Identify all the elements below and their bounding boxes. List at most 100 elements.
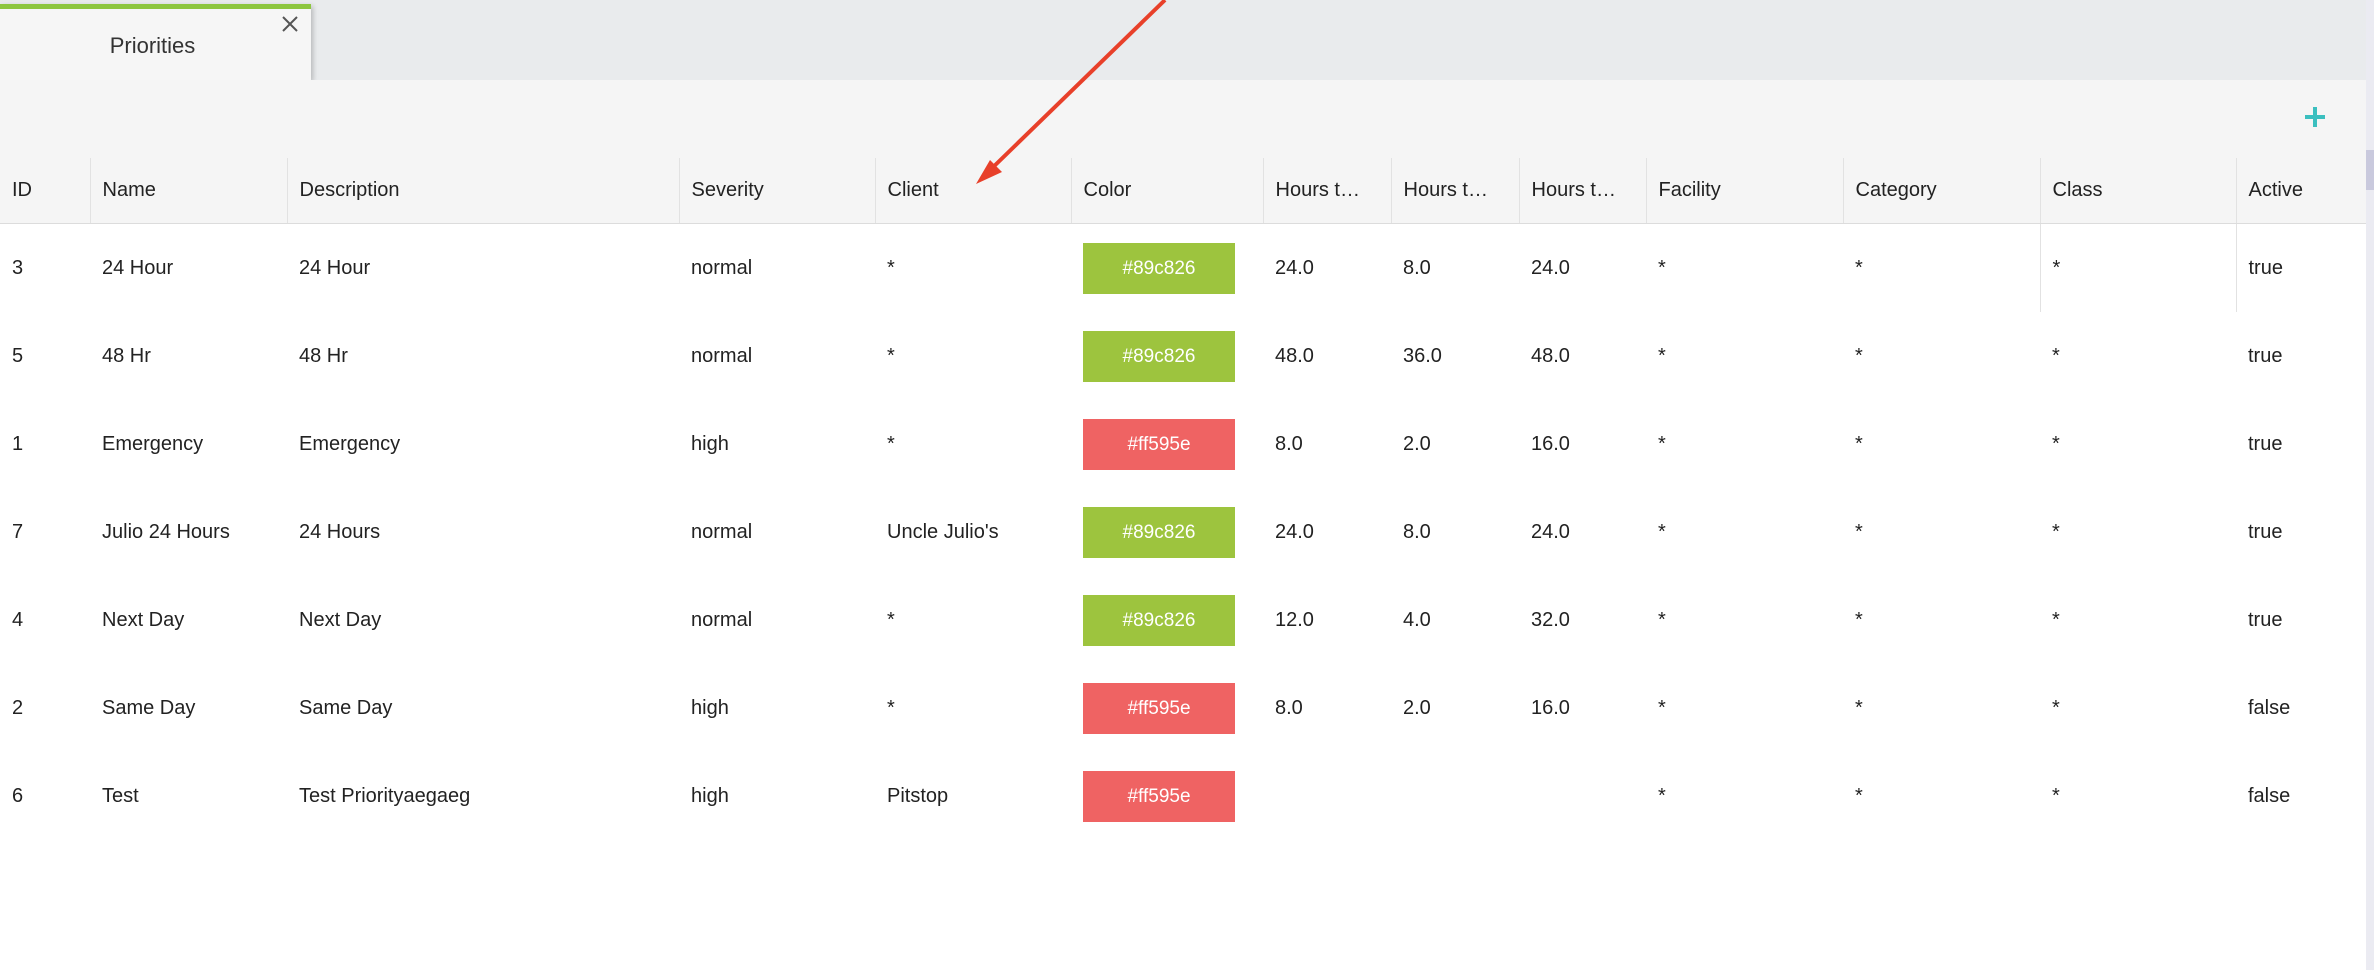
cell-client: * xyxy=(887,608,895,631)
cell-name: Same Day xyxy=(102,696,196,719)
scrollbar[interactable] xyxy=(2366,0,2374,970)
color-swatch: #89c826 xyxy=(1083,506,1235,558)
column-header-hours-3[interactable]: Hours t… xyxy=(1518,158,1646,224)
cell-name: Emergency xyxy=(102,432,204,455)
cell-name: Next Day xyxy=(102,608,185,631)
table-row[interactable]: 5 48 Hr 48 Hr normal * #89c826 48.0 36.0 48.0 * * *… xyxy=(0,312,2366,400)
cell-hours-3: 24.0 xyxy=(1531,520,1570,543)
table-row[interactable]: 3 24 Hour 24 Hour normal * #89c826 24.0 8.0 24.0… xyxy=(0,223,2366,313)
cell-description: Next Day xyxy=(299,608,382,631)
cell-hours-1: 12.0 xyxy=(1275,608,1314,631)
cell-color: #89c826 xyxy=(1071,576,1263,664)
cell-active: false xyxy=(2248,696,2291,719)
toolbar xyxy=(0,80,2366,159)
cell-hours-1 xyxy=(1263,752,1391,840)
cell-severity: normal xyxy=(691,608,753,631)
cell-hours-1: 24.0 xyxy=(1275,520,1314,543)
table-row[interactable]: 6 Test Test Priorityaegaeg high Pitstop #ff59… xyxy=(0,752,2366,840)
color-swatch: #ff595e xyxy=(1083,682,1235,734)
cell-class: * xyxy=(2052,344,2060,367)
cell-hours-1: 48.0 xyxy=(1275,344,1314,367)
cell-active: true xyxy=(2248,520,2283,543)
cell-hours-3: 48.0 xyxy=(1531,344,1570,367)
table-row[interactable]: 2 Same Day Same Day high * #ff595e 8.0 2.0 16.0 *… xyxy=(0,664,2366,752)
table-row[interactable]: 1 Emergency Emergency high * #ff595e 8.0 2.0 16.… xyxy=(0,400,2366,488)
cell-facility: * xyxy=(1658,696,1666,719)
cell-active: true xyxy=(2248,256,2283,279)
close-icon[interactable] xyxy=(279,13,301,35)
cell-color: #ff595e xyxy=(1071,752,1263,840)
cell-hours-2: 8.0 xyxy=(1403,520,1431,543)
cell-hours-2 xyxy=(1391,752,1519,840)
cell-severity: normal xyxy=(691,344,753,367)
column-header-name[interactable]: Name xyxy=(89,158,287,224)
cell-active: true xyxy=(2248,608,2283,631)
cell-id: 7 xyxy=(12,520,24,543)
cell-id: 3 xyxy=(12,256,24,279)
tab-bar: Priorities xyxy=(0,0,2366,80)
cell-name: 24 Hour xyxy=(102,256,174,279)
column-header-category[interactable]: Category xyxy=(1842,158,2040,224)
cell-severity: high xyxy=(691,784,729,807)
cell-id: 5 xyxy=(12,344,24,367)
cell-client: * xyxy=(887,256,895,279)
cell-description: Emergency xyxy=(299,432,401,455)
column-header-color[interactable]: Color xyxy=(1070,158,1263,224)
column-header-hours-2[interactable]: Hours t… xyxy=(1390,158,1519,224)
cell-category: * xyxy=(1855,696,1863,719)
tab-title: Priorities xyxy=(109,33,196,58)
cell-severity: high xyxy=(691,696,729,719)
column-header-facility[interactable]: Facility xyxy=(1645,158,1843,224)
column-header-class[interactable]: Class xyxy=(2039,158,2236,224)
cell-client: Uncle Julio's xyxy=(887,520,999,543)
column-header-severity[interactable]: Severity xyxy=(678,158,875,224)
cell-active: false xyxy=(2248,784,2291,807)
column-header-hours-1[interactable]: Hours t… xyxy=(1262,158,1391,224)
cell-description: 48 Hr xyxy=(299,344,348,367)
cell-color: #89c826 xyxy=(1071,224,1263,313)
tab-priorities[interactable]: Priorities xyxy=(0,4,311,80)
cell-hours-1: 8.0 xyxy=(1275,432,1303,455)
cell-category: * xyxy=(1855,784,1863,807)
cell-class: * xyxy=(2052,608,2060,631)
table-row[interactable]: 4 Next Day Next Day normal * #89c826 12.0 4.0 32… xyxy=(0,576,2366,664)
column-header-description[interactable]: Description xyxy=(286,158,679,224)
color-swatch: #ff595e xyxy=(1083,418,1235,470)
cell-active: true xyxy=(2248,432,2283,455)
cell-hours-2: 36.0 xyxy=(1403,344,1442,367)
column-header-client[interactable]: Client xyxy=(874,158,1071,224)
cell-client: * xyxy=(887,696,895,719)
cell-hours-2: 4.0 xyxy=(1403,608,1431,631)
color-swatch: #89c826 xyxy=(1083,242,1235,294)
cell-hours-1: 8.0 xyxy=(1275,696,1303,719)
cell-description: 24 Hour xyxy=(299,256,371,279)
cell-color: #ff595e xyxy=(1071,664,1263,752)
column-header-active[interactable]: Active xyxy=(2235,158,2366,224)
cell-hours-3: 16.0 xyxy=(1531,696,1570,719)
cell-severity: high xyxy=(691,432,729,455)
cell-description: Same Day xyxy=(299,696,393,719)
cell-category: * xyxy=(1855,520,1863,543)
cell-id: 4 xyxy=(12,608,24,631)
scrollbar-thumb[interactable] xyxy=(2366,150,2374,190)
column-header-id[interactable]: ID xyxy=(0,158,90,224)
cell-category: * xyxy=(1855,432,1863,455)
cell-description: 24 Hours xyxy=(299,520,381,543)
cell-facility: * xyxy=(1658,344,1666,367)
cell-hours-2: 2.0 xyxy=(1403,696,1431,719)
cell-facility: * xyxy=(1658,608,1666,631)
cell-name: Julio 24 Hours xyxy=(102,520,230,543)
color-swatch: #89c826 xyxy=(1083,330,1235,382)
cell-color: #89c826 xyxy=(1071,312,1263,400)
cell-hours-3 xyxy=(1519,752,1646,840)
priorities-table: ID Name Description Severity Client Colo… xyxy=(0,158,2366,840)
cell-description: Test Priorityaegaeg xyxy=(299,784,471,807)
table-row[interactable]: 7 Julio 24 Hours 24 Hours normal Uncle Julio… xyxy=(0,488,2366,576)
cell-hours-3: 24.0 xyxy=(1531,256,1570,279)
plus-icon[interactable] xyxy=(2300,102,2330,132)
cell-category: * xyxy=(1855,344,1863,367)
cell-facility: * xyxy=(1658,784,1666,807)
cell-facility: * xyxy=(1658,256,1666,279)
cell-hours-3: 32.0 xyxy=(1531,608,1570,631)
cell-class: * xyxy=(2052,432,2060,455)
